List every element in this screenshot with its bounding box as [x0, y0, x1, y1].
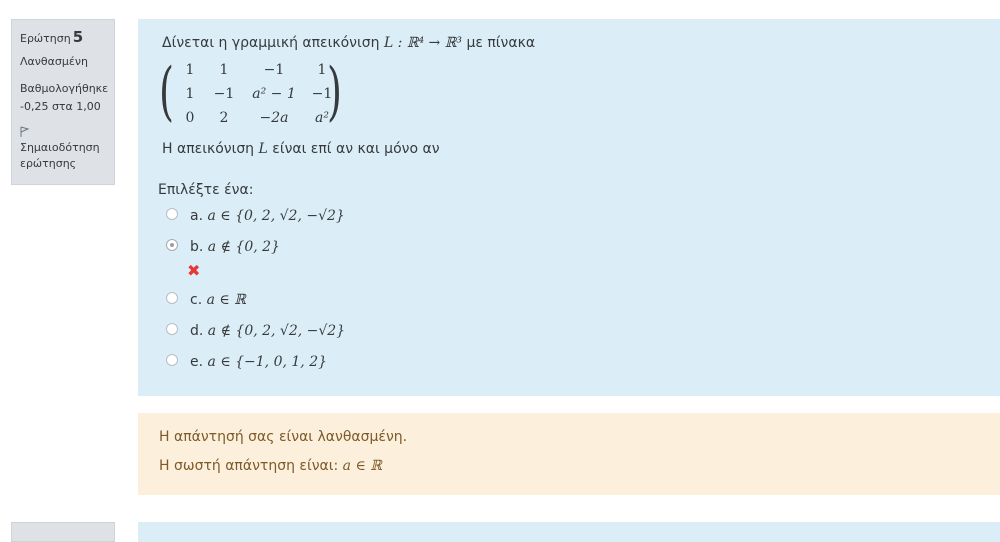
- answer-c-label[interactable]: c. a ∈ ℝ: [190, 290, 246, 310]
- matrix-cell: 1: [219, 62, 229, 78]
- answer-e-prefix[interactable]: e.: [190, 354, 203, 370]
- answer-e-label[interactable]: e. a ∈ {−1, 0, 1, 2}: [190, 352, 327, 372]
- answer-a-prefix[interactable]: a.: [190, 208, 203, 224]
- matrix-cell: 1: [185, 86, 195, 102]
- question-state: Λανθασμένη: [20, 55, 88, 68]
- matrix-cell: 0: [185, 110, 195, 126]
- statement-pre: Η απεικόνιση: [162, 141, 255, 157]
- answer-c-prefix[interactable]: c.: [190, 292, 202, 308]
- right-answer-math: a ∈ ℝ: [342, 458, 382, 474]
- matrix-cell: −2a: [259, 110, 289, 126]
- question-formulation: Δίνεται η γραμμική απεικόνιση L : ℝ⁴ → ℝ…: [138, 19, 1000, 396]
- flag-question-label[interactable]: Σημαιοδότηση ερώτησης: [20, 141, 100, 170]
- answer-d-prefix[interactable]: d.: [190, 323, 203, 339]
- answer-prompt: Επιλέξτε ένα:: [158, 182, 254, 198]
- statement-post: είναι επί αν και μόνο αν: [272, 141, 440, 157]
- incorrect-icon: ✖: [187, 261, 201, 280]
- right-answer: Η σωστή απάντηση είναι: a ∈ ℝ: [159, 456, 1000, 476]
- matrix-cell: 1: [185, 62, 195, 78]
- flag-question-link[interactable]: Σημαιοδότηση ερώτησης: [20, 126, 106, 172]
- question-info-panel: Ερώτηση 5 Λανθασμένη Βαθμολογήθηκε -0,25 …: [11, 19, 115, 185]
- answer-option-a[interactable]: a. a ∈ {0, 2, √2, −√2}: [166, 206, 1000, 237]
- matrix-cell: −1: [213, 86, 235, 102]
- answer-option-d[interactable]: d. a ∉ {0, 2, √2, −√2}: [166, 321, 1000, 352]
- right-answer-label: Η σωστή απάντηση είναι:: [159, 458, 339, 474]
- radio-a[interactable]: [166, 208, 178, 220]
- question-text: Δίνεται η γραμμική απεικόνιση L : ℝ⁴ → ℝ…: [162, 33, 1000, 53]
- answer-a-label[interactable]: a. a ∈ {0, 2, √2, −√2}: [190, 206, 345, 226]
- answer-b-prefix[interactable]: b.: [190, 239, 203, 255]
- answer-option-b[interactable]: b. a ∉ {0, 2} ✖: [166, 237, 1000, 290]
- next-question-info-panel: [11, 522, 115, 542]
- answer-c-math[interactable]: a ∈ ℝ: [207, 292, 246, 308]
- question-grade: Βαθμολογήθηκε -0,25 στα 1,00: [20, 82, 109, 113]
- flag-icon[interactable]: [20, 126, 106, 140]
- matrix-cell: 2: [219, 110, 229, 126]
- answer-b-math[interactable]: a ∉ {0, 2}: [208, 239, 280, 255]
- radio-b[interactable]: [166, 239, 178, 251]
- question-text-after: με πίνακα: [466, 35, 536, 51]
- answer-option-e[interactable]: e. a ∈ {−1, 0, 1, 2}: [166, 352, 1000, 383]
- mapping-math: L : ℝ⁴ → ℝ³: [383, 35, 462, 51]
- radio-e[interactable]: [166, 354, 178, 366]
- radio-c[interactable]: [166, 292, 178, 304]
- question-text-before: Δίνεται η γραμμική απεικόνιση: [162, 35, 380, 51]
- matrix-cell: a² − 1: [252, 86, 296, 102]
- feedback-status: Η απάντησή σας είναι λανθασμένη.: [159, 429, 408, 445]
- question-number-value: 5: [72, 28, 84, 46]
- feedback-panel: Η απάντησή σας είναι λανθασμένη. Η σωστή…: [138, 413, 1000, 495]
- matrix-grid: 1 1 −1 1 1 −1 a² − 1 −1 0 2 −2a a²: [176, 61, 340, 127]
- answer-list: a. a ∈ {0, 2, √2, −√2} b. a ∉ {0, 2} ✖ c…: [166, 206, 1000, 383]
- answer-b-label[interactable]: b. a ∉ {0, 2}: [190, 237, 280, 257]
- next-question-formulation: [138, 522, 1000, 542]
- answer-d-math[interactable]: a ∉ {0, 2, √2, −√2}: [208, 323, 345, 339]
- matrix: ( 1 1 −1 1 1 −1 a² − 1 −1 0 2 −2a a² ): [158, 55, 342, 129]
- statement-var: L: [258, 141, 268, 157]
- answer-a-math[interactable]: a ∈ {0, 2, √2, −√2}: [207, 208, 344, 224]
- matrix-right-paren: ): [326, 55, 342, 129]
- answer-d-label[interactable]: d. a ∉ {0, 2, √2, −√2}: [190, 321, 345, 341]
- matrix-cell: −1: [263, 62, 285, 78]
- answer-e-math[interactable]: a ∈ {−1, 0, 1, 2}: [208, 354, 328, 370]
- question-label: Ερώτηση: [20, 32, 71, 45]
- radio-d[interactable]: [166, 323, 178, 335]
- question-statement: Η απεικόνιση L είναι επί αν και μόνο αν: [162, 139, 1000, 159]
- answer-option-c[interactable]: c. a ∈ ℝ: [166, 290, 1000, 321]
- matrix-left-paren: (: [158, 55, 174, 129]
- question-number: Ερώτηση 5: [20, 28, 106, 46]
